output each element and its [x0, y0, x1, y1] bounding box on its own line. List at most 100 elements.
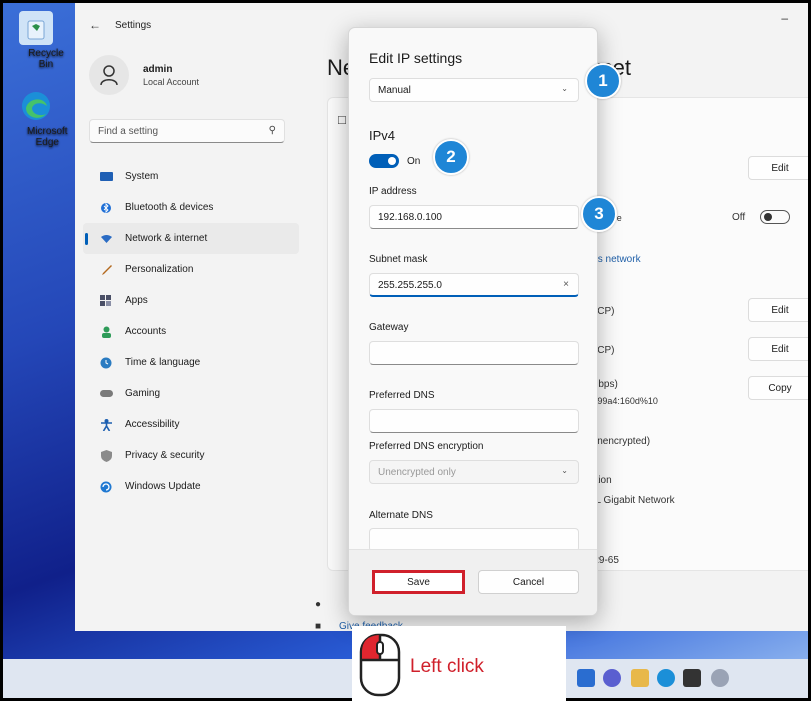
sidebar-item-apps[interactable]: Apps [83, 285, 299, 316]
brush-icon [99, 264, 113, 276]
ip-mode-value: Manual [378, 85, 411, 96]
avatar [89, 55, 129, 95]
update-icon [99, 481, 113, 493]
shield-icon [99, 449, 113, 462]
wifi-icon [99, 233, 113, 245]
sidebar-item-label: Gaming [125, 388, 161, 399]
monitor-icon: □ [338, 112, 346, 127]
sidebar-item-label: Network & internet [125, 233, 208, 244]
dns-encryption-dropdown: Unencrypted only ⌄ [369, 460, 579, 484]
chevron-down-icon: ⌄ [561, 466, 568, 475]
search-input[interactable]: Find a setting ⚲ [89, 119, 285, 143]
ipv4-toggle-label: On [407, 156, 421, 167]
accessibility-icon [99, 418, 113, 431]
sidebar-item-label: Bluetooth & devices [125, 202, 214, 213]
edit-ip-settings-dialog: Edit IP settings Manual ⌄ IPv4 On IP add… [348, 27, 598, 616]
edge-taskbar-icon[interactable] [657, 669, 675, 687]
hint-text: Left click [410, 656, 484, 677]
subnet-mask-label: Subnet mask [369, 254, 428, 265]
dialog-footer: Save Cancel [349, 549, 597, 615]
sidebar-item-windows-update[interactable]: Windows Update [83, 471, 299, 502]
ip-address-field[interactable]: 192.168.0.100 [369, 205, 579, 229]
metered-toggle-label: Off [732, 212, 746, 223]
sidebar-item-network[interactable]: Network & internet [83, 223, 299, 254]
subnet-mask-value: 255.255.255.0 [378, 280, 442, 291]
ipv6-address-value: ff:99a4:160d%10 [590, 396, 658, 406]
desktop-icon-recycle-bin[interactable]: Recycle Bin [7, 11, 65, 70]
sidebar-item-system[interactable]: System [83, 161, 299, 192]
alternate-dns-label: Alternate DNS [369, 510, 433, 521]
search-icon: ⚲ [268, 125, 276, 136]
mouse-left-click-icon [359, 633, 401, 697]
sidebar-item-personalization[interactable]: Personalization [83, 254, 299, 285]
account-type: Local Account [143, 76, 200, 87]
sidebar-item-label: Time & language [125, 357, 201, 368]
back-arrow-icon[interactable]: ← [89, 18, 101, 32]
edit-dns-button[interactable]: Edit [748, 337, 808, 361]
edit-ip-button[interactable]: Edit [748, 298, 808, 322]
store-icon[interactable] [683, 669, 701, 687]
desktop-icon-edge[interactable]: Microsoft Edge [7, 89, 68, 148]
gateway-field[interactable] [369, 341, 579, 365]
task-view-icon[interactable] [577, 669, 595, 687]
user-name: admin [143, 63, 173, 75]
gateway-label: Gateway [369, 322, 409, 333]
ip-address-label: IP address [369, 186, 417, 197]
left-click-hint: Left click [352, 626, 566, 701]
clear-icon[interactable]: × [563, 279, 569, 290]
subnet-mask-field[interactable]: 255.255.255.0 × [369, 273, 579, 297]
search-placeholder: Find a setting [98, 126, 159, 137]
desktop-icon-label: Recycle Bin [28, 48, 64, 70]
window-title: Settings [115, 20, 152, 31]
sidebar-item-label: Windows Update [125, 481, 201, 492]
ipv4-heading: IPv4 [369, 128, 396, 143]
dns-encryption-value: Unencrypted) [590, 436, 651, 447]
apps-icon [99, 295, 113, 307]
minimize-button[interactable]: – [781, 11, 788, 25]
person-icon [99, 326, 113, 338]
sidebar-item-accessibility[interactable]: Accessibility [83, 409, 299, 440]
globe-clock-icon [99, 357, 113, 369]
edge-icon [19, 89, 53, 123]
ip-mode-dropdown[interactable]: Manual ⌄ [369, 78, 579, 102]
settings-taskbar-icon[interactable] [711, 669, 729, 687]
ipv4-toggle[interactable] [369, 154, 399, 168]
sidebar-item-gaming[interactable]: Gaming [83, 378, 299, 409]
sidebar-item-label: Personalization [125, 264, 194, 275]
save-button[interactable]: Save [372, 570, 465, 594]
sidebar-item-label: Accounts [125, 326, 167, 337]
sidebar-item-label: Privacy & security [125, 450, 205, 461]
sidebar-item-privacy-security[interactable]: Privacy & security [83, 440, 299, 471]
system-icon [99, 171, 113, 183]
sidebar-item-label: Accessibility [125, 419, 180, 430]
sidebar-item-label: Apps [125, 295, 148, 306]
copy-button[interactable]: Copy [748, 376, 808, 400]
callout-3: 3 [581, 196, 617, 232]
desktop: Recycle Bin Microsoft Edge ← Settings – … [3, 3, 808, 698]
dns-encryption-selected: Unencrypted only [378, 467, 456, 478]
callout-1: 1 [585, 63, 621, 99]
preferred-dns-label: Preferred DNS [369, 390, 435, 401]
bluetooth-icon [99, 202, 113, 214]
preferred-dns-field[interactable] [369, 409, 579, 433]
sidebar-item-time-language[interactable]: Time & language [83, 347, 299, 378]
person-icon [100, 65, 118, 86]
chevron-down-icon: ⌄ [561, 84, 568, 93]
sidebar-nav: System Bluetooth & devices Network & int… [83, 161, 299, 502]
edit-button[interactable]: Edit [748, 156, 808, 180]
file-explorer-icon[interactable] [631, 669, 649, 687]
gamepad-icon [99, 388, 113, 400]
help-icon: ● [315, 599, 322, 610]
cancel-button[interactable]: Cancel [478, 570, 579, 594]
feedback-icon: ■ [315, 621, 322, 631]
sidebar-item-bluetooth[interactable]: Bluetooth & devices [83, 192, 299, 223]
chat-icon[interactable] [603, 669, 621, 687]
metered-toggle[interactable] [760, 210, 790, 224]
ip-address-value: 192.168.0.100 [378, 212, 442, 223]
sidebar-item-accounts[interactable]: Accounts [83, 316, 299, 347]
sidebar-item-label: System [125, 171, 159, 182]
dns-encryption-label: Preferred DNS encryption [369, 441, 484, 452]
dialog-title: Edit IP settings [369, 50, 463, 66]
recycle-bin-icon [19, 11, 53, 45]
user-profile[interactable]: admin Local Account [89, 53, 199, 97]
